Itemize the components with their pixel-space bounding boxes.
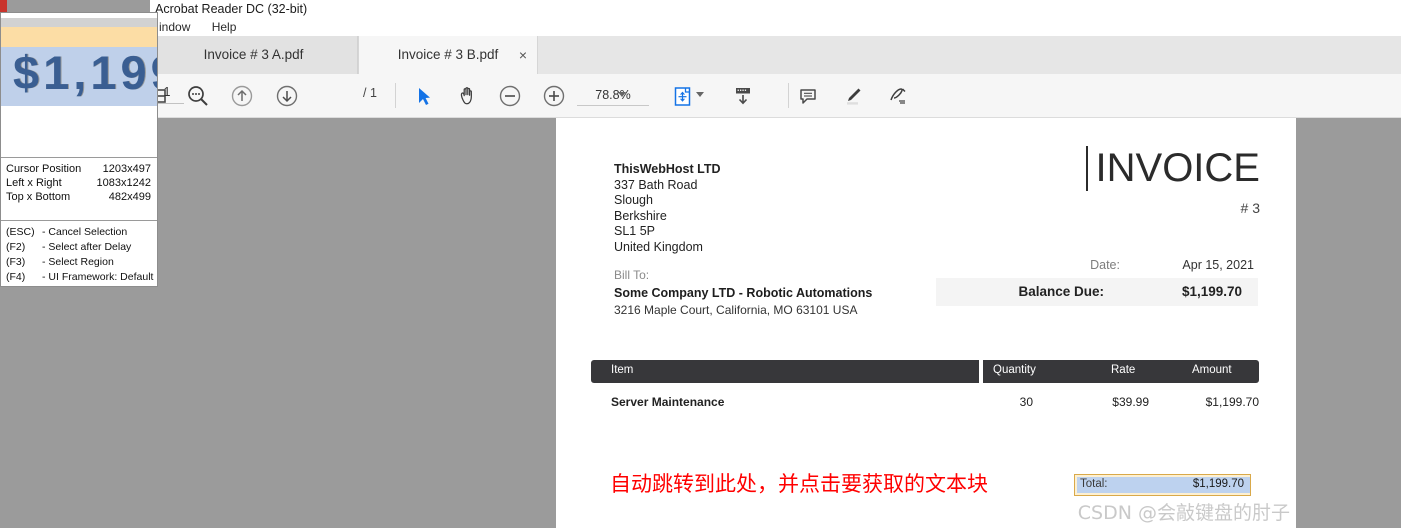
previous-page-icon[interactable] [227, 81, 257, 111]
magnifier-divider-2 [1, 220, 157, 221]
invoice-from-block: ThisWebHost LTD 337 Bath Road Slough Ber… [614, 162, 720, 256]
stat-label: Left x Right [6, 177, 62, 189]
bill-to-address: 3216 Maple Court, California, MO 63101 U… [614, 303, 858, 317]
menu-item-help[interactable]: Help [203, 18, 246, 36]
column-header-rate: Rate [1111, 364, 1136, 376]
stat-label: Cursor Position [6, 163, 82, 175]
comment-icon[interactable] [793, 81, 823, 111]
hand-tool-icon[interactable] [452, 81, 482, 111]
pdf-document-viewport[interactable]: ThisWebHost LTD 337 Bath Road Slough Ber… [150, 118, 1401, 528]
toolbar-divider-1 [395, 83, 396, 108]
shortcut-description: - Select Region [42, 256, 114, 268]
sign-icon[interactable] [882, 81, 912, 111]
column-header-amount: Amount [1192, 364, 1232, 376]
column-header-item: Item [611, 364, 634, 376]
invoice-date-value: Apr 15, 2021 [1182, 258, 1254, 272]
magnifier-titlebar [1, 18, 157, 27]
invoice-title: INVOICE [1085, 146, 1260, 191]
cell-amount: $1,199.70 [1205, 395, 1259, 409]
tab-close-icon[interactable]: × [519, 36, 527, 74]
watermark-text: CSDN @会敲键盘的肘子 [1077, 502, 1290, 524]
total-value: $1,199.70 [1192, 478, 1244, 490]
from-line-2: Slough [614, 193, 653, 208]
fit-page-chevron-icon[interactable] [696, 92, 704, 97]
from-company: ThisWebHost LTD [614, 162, 721, 176]
balance-due-row: Balance Due: $1,199.70 [936, 278, 1258, 306]
window-title: Acrobat Reader DC (32-bit) [150, 0, 1401, 18]
stat-value: 1203x497 [102, 163, 151, 175]
pdf-page[interactable]: ThisWebHost LTD 337 Bath Road Slough Ber… [556, 118, 1296, 528]
shortcut-key: (F4) [6, 271, 26, 283]
stat-value: 1083x1242 [96, 177, 151, 189]
search-icon[interactable] [183, 81, 213, 111]
select-tool-icon[interactable] [408, 81, 438, 111]
from-line-1: 337 Bath Road [614, 177, 698, 192]
next-page-icon[interactable] [272, 81, 302, 111]
from-line-5: United Kingdom [614, 239, 703, 254]
line-items-table-header: Item Quantity Rate Amount [591, 360, 1259, 383]
stat-row-left-right: Left x Right 1083x1242 [1, 177, 157, 191]
magnifier-highlight-band [1, 27, 157, 47]
balance-due-label: Balance Due: [1018, 284, 1104, 299]
chevron-down-icon[interactable] [618, 92, 626, 97]
bill-to-name: Some Company LTD - Robotic Automations [614, 286, 873, 300]
menu-bar: indow Help [150, 18, 1401, 36]
magnifier-divider-1 [1, 157, 157, 158]
zoom-in-icon[interactable] [539, 81, 569, 111]
annotation-text: 自动跳转到此处，并点击要获取的文本块 [610, 472, 988, 496]
selection-magnifier-panel: $1,199 Cursor Position 1203x497 Left x R… [0, 12, 158, 287]
tab-invoice-3-a[interactable]: Invoice # 3 A.pdf [150, 36, 358, 74]
cell-quantity: 30 [1019, 395, 1033, 409]
total-selection-highlight[interactable]: Total: $1,199.70 [1074, 474, 1251, 496]
from-line-3: Berkshire [614, 208, 667, 223]
magnifier-preview-text: $1,199 [13, 46, 157, 99]
shortcut-row-esc: (ESC) - Cancel Selection [1, 226, 157, 241]
stat-label: Top x Bottom [6, 191, 71, 203]
zoom-out-icon[interactable] [495, 81, 525, 111]
stat-row-top-bottom: Top x Bottom 482x499 [1, 191, 157, 205]
from-line-4: SL1 5P [614, 224, 656, 239]
document-tab-strip: Invoice # 3 A.pdf Invoice # 3 B.pdf × [150, 36, 1401, 74]
balance-due-value: $1,199.70 [1181, 284, 1242, 299]
zoom-level-field[interactable]: 78.8% [577, 85, 649, 106]
shortcut-key: (F3) [6, 256, 26, 268]
pdf-toolbar: 1 / 1 78.8% [150, 74, 1401, 118]
page-total-label: / 1 [363, 86, 377, 100]
shortcut-key: (ESC) [6, 226, 35, 238]
tab-label: Invoice # 3 B.pdf [397, 47, 499, 62]
shortcut-key: (F2) [6, 241, 26, 253]
column-header-quantity: Quantity [993, 364, 1036, 376]
table-header-left-segment [591, 360, 979, 383]
acrobat-reader-window: Acrobat Reader DC (32-bit) indow Help In… [150, 0, 1401, 528]
shortcut-description: - Cancel Selection [42, 226, 128, 238]
magnifier-shortcut-list: (ESC) - Cancel Selection (F2) - Select a… [1, 226, 157, 286]
table-row[interactable]: Server Maintenance 30 $39.99 $1,199.70 [591, 395, 1259, 415]
cell-item: Server Maintenance [611, 395, 725, 409]
tab-invoice-3-b[interactable]: Invoice # 3 B.pdf × [358, 36, 538, 74]
invoice-date-label: Date: [1090, 258, 1120, 272]
cell-rate: $39.99 [1112, 395, 1149, 409]
scroll-mode-icon[interactable] [728, 81, 758, 111]
fit-page-icon[interactable] [667, 81, 697, 111]
tab-label: Invoice # 3 A.pdf [203, 47, 304, 62]
shortcut-description: - Select after Delay [42, 241, 132, 253]
bill-to-label: Bill To: [614, 268, 650, 282]
magnifier-preview: $1,199 [1, 27, 157, 157]
stat-row-cursor-position: Cursor Position 1203x497 [1, 163, 157, 177]
shortcut-row-f2: (F2) - Select after Delay [1, 241, 157, 256]
highlighter-icon[interactable] [838, 81, 868, 111]
toolbar-divider-2 [788, 83, 789, 108]
total-label: Total: [1080, 478, 1108, 490]
magnifier-stats: Cursor Position 1203x497 Left x Right 10… [1, 163, 157, 205]
shortcut-row-f3: (F3) - Select Region [1, 256, 157, 271]
shortcut-description: - UI Framework: Default [42, 271, 154, 283]
invoice-number: # 3 [1240, 200, 1260, 216]
shortcut-row-f4: (F4) - UI Framework: Default [1, 271, 157, 286]
stat-value: 482x499 [108, 191, 151, 203]
